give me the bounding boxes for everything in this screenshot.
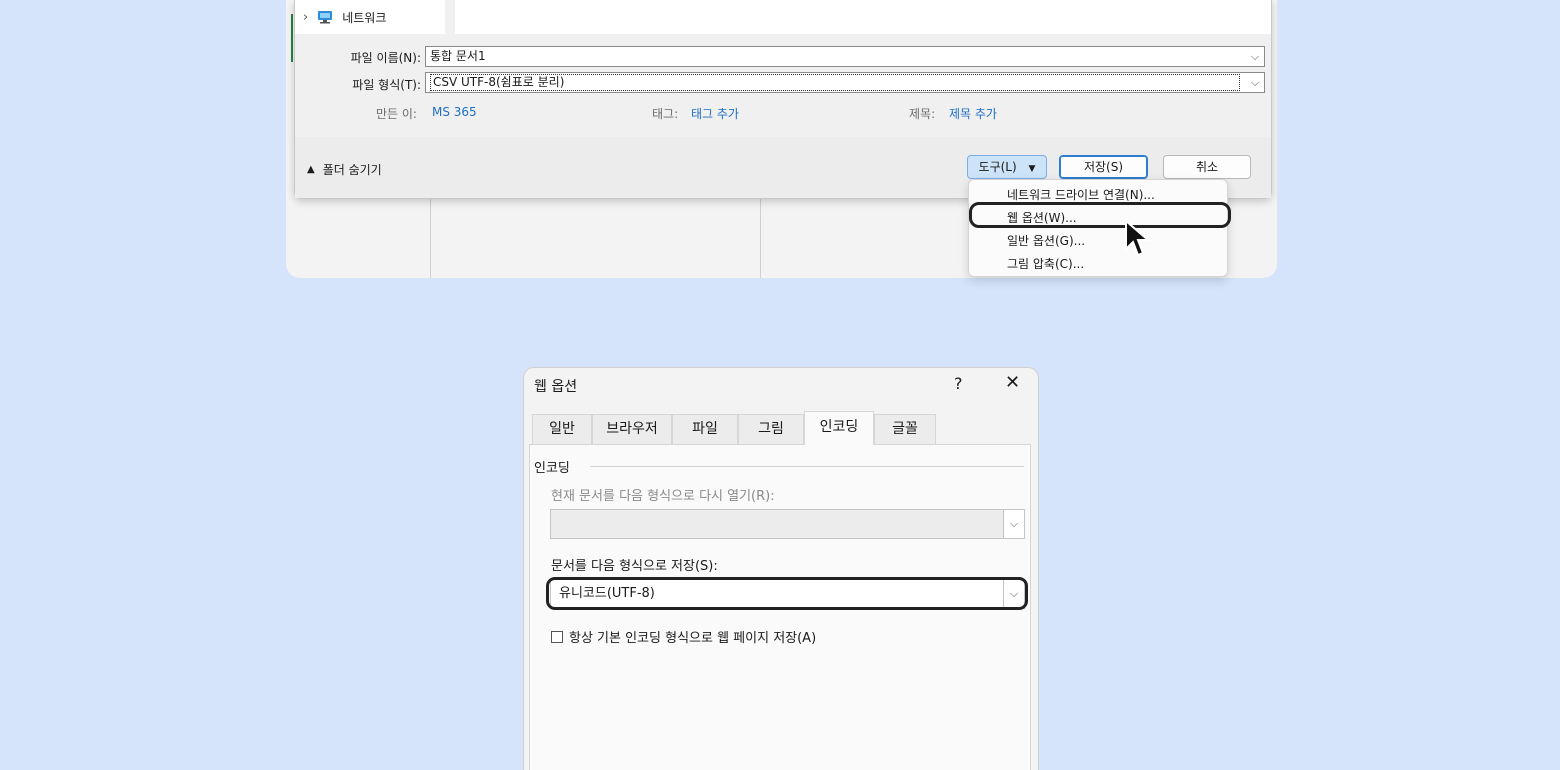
chevron-right-icon[interactable]: › bbox=[303, 10, 308, 25]
tab-general[interactable]: 일반 bbox=[532, 414, 592, 444]
menu-item-map-network-drive[interactable]: 네트워크 드라이브 연결(N)... bbox=[1007, 186, 1155, 203]
reopen-label: 현재 문서를 다음 형식으로 다시 열기(R): bbox=[551, 489, 775, 504]
file-type-value: CSV UTF-8(쉼표로 분리) bbox=[430, 74, 1240, 91]
menu-item-compress-pictures[interactable]: 그림 압축(C)... bbox=[1007, 255, 1084, 272]
caret-down-icon: ▼ bbox=[1028, 164, 1036, 174]
file-name-input[interactable]: 통합 문서1 ⌵ bbox=[425, 46, 1265, 67]
chevron-up-icon: ▲ bbox=[307, 164, 315, 175]
save-as-label: 문서를 다음 형식으로 저장(S): bbox=[551, 559, 718, 574]
navigation-pane: › 네트워크 bbox=[295, 0, 445, 34]
accent-strip bbox=[291, 14, 293, 62]
nav-item-network[interactable]: › 네트워크 bbox=[303, 0, 443, 34]
title-label: 제목: bbox=[909, 107, 936, 121]
tools-menu: 네트워크 드라이브 연결(N)... 웹 옵션(W)... 일반 옵션(G)..… bbox=[968, 179, 1228, 277]
tools-button-label: 도구(L) bbox=[978, 160, 1017, 174]
network-icon bbox=[318, 11, 333, 24]
tab-browser[interactable]: 브라우저 bbox=[592, 414, 672, 444]
cancel-button[interactable]: 취소 bbox=[1163, 155, 1251, 179]
file-type-label: 파일 형식(T): bbox=[352, 78, 421, 92]
file-name-label: 파일 이름(N): bbox=[350, 51, 421, 65]
menu-item-general-options[interactable]: 일반 옵션(G)... bbox=[1007, 232, 1085, 249]
save-button[interactable]: 저장(S) bbox=[1059, 155, 1148, 179]
close-icon[interactable]: ✕ bbox=[1005, 372, 1020, 393]
author-value[interactable]: MS 365 bbox=[432, 105, 477, 119]
tab-picture[interactable]: 그림 bbox=[738, 414, 804, 444]
tab-encoding[interactable]: 인코딩 bbox=[804, 411, 874, 445]
reopen-select: ⌵ bbox=[550, 509, 1025, 539]
title-link[interactable]: 제목 추가 bbox=[949, 105, 997, 122]
always-save-label: 항상 기본 인코딩 형식으로 웹 페이지 저장(A) bbox=[569, 631, 817, 646]
web-options-dialog: 웹 옵션 ? ✕ 일반 브라우저 파일 그림 인코딩 글꼴 인코딩 현재 문서를… bbox=[524, 368, 1038, 770]
group-divider bbox=[590, 466, 1024, 467]
background-column-divider bbox=[430, 198, 431, 278]
tags-link[interactable]: 태그 추가 bbox=[691, 105, 739, 122]
hide-folders-toggle[interactable]: ▲ 폴더 숨기기 bbox=[307, 161, 382, 178]
highlight-outline bbox=[969, 202, 1231, 228]
highlight-outline bbox=[546, 577, 1028, 610]
background-column-divider bbox=[760, 198, 761, 278]
group-title: 인코딩 bbox=[534, 461, 570, 476]
dialog-title: 웹 옵션 bbox=[534, 379, 578, 395]
always-save-checkbox[interactable] bbox=[551, 630, 563, 643]
chevron-down-icon[interactable]: ⌵ bbox=[1246, 47, 1264, 66]
file-name-value: 통합 문서1 bbox=[430, 49, 486, 63]
tab-font[interactable]: 글꼴 bbox=[874, 414, 936, 444]
chevron-down-icon: ⌵ bbox=[1003, 510, 1024, 538]
nav-item-label: 네트워크 bbox=[342, 10, 387, 25]
tab-file[interactable]: 파일 bbox=[672, 414, 738, 444]
tools-button[interactable]: 도구(L) ▼ bbox=[967, 155, 1047, 179]
hide-folders-label: 폴더 숨기기 bbox=[322, 163, 382, 177]
chevron-down-icon[interactable]: ⌵ bbox=[1246, 73, 1264, 92]
file-list-area bbox=[455, 0, 1271, 34]
save-as-dialog: › 네트워크 파일 이름(N): 통합 문서1 ⌵ 파일 형식(T): CSV … bbox=[291, 0, 1272, 199]
help-button[interactable]: ? bbox=[954, 374, 963, 393]
file-type-select[interactable]: CSV UTF-8(쉼표로 분리) ⌵ bbox=[425, 72, 1265, 93]
tags-label: 태그: bbox=[652, 107, 679, 121]
always-save-option[interactable]: 항상 기본 인코딩 형식으로 웹 페이지 저장(A) bbox=[551, 627, 816, 646]
mouse-cursor-icon bbox=[1125, 219, 1150, 257]
author-label: 만든 이: bbox=[376, 107, 417, 121]
